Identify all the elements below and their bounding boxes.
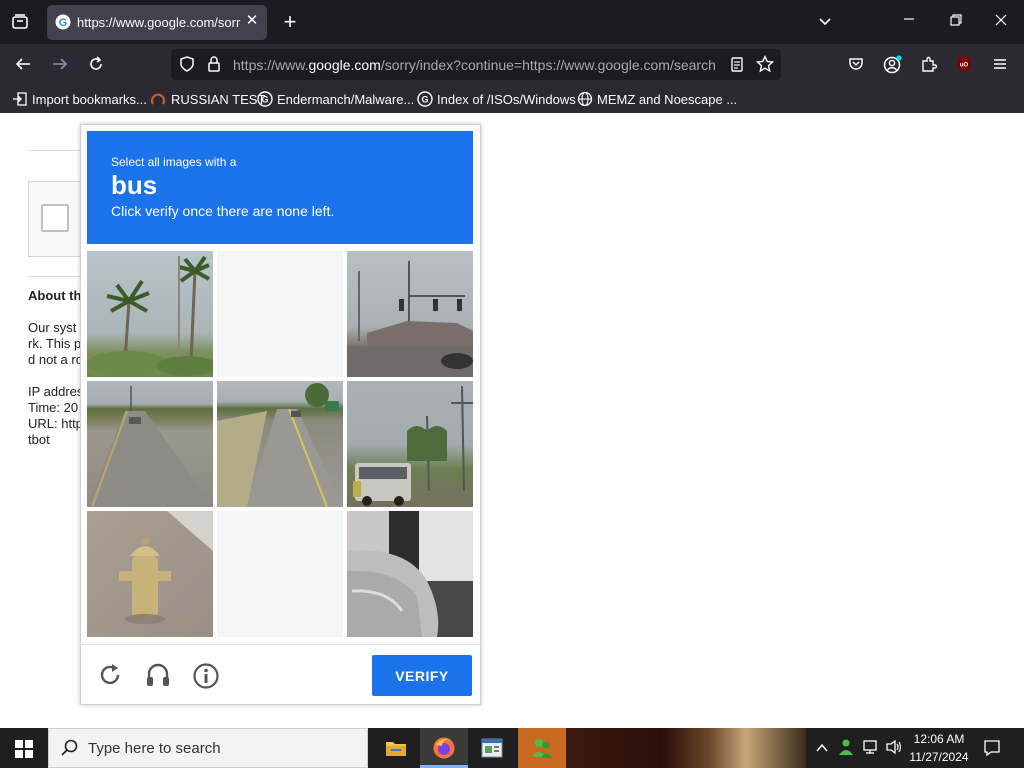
captcha-subtext: Click verify once there are none left.: [111, 203, 335, 219]
audio-challenge-icon[interactable]: [144, 661, 172, 689]
lock-icon[interactable]: [206, 55, 222, 73]
clock-time[interactable]: 12:06 AM: [906, 732, 972, 746]
reload-challenge-icon[interactable]: [97, 662, 123, 688]
new-tab-icon[interactable]: +: [280, 11, 300, 33]
network-icon[interactable]: [862, 739, 880, 755]
url-domain: google.com: [308, 57, 381, 73]
captcha-tile-8[interactable]: [217, 511, 343, 637]
google-favicon-icon: G: [55, 14, 71, 30]
extensions-icon[interactable]: [920, 55, 938, 73]
taskbar-search-placeholder: Type here to search: [88, 740, 221, 757]
bookmark-star-icon[interactable]: [755, 54, 775, 73]
tab-list-icon[interactable]: [10, 13, 30, 31]
back-icon[interactable]: [14, 55, 34, 75]
url-suffix: /sorry/index?continue=https://www.google…: [380, 57, 716, 73]
forward-icon[interactable]: [51, 55, 71, 75]
captcha-target: bus: [111, 170, 158, 200]
captcha-tile-7[interactable]: [87, 511, 213, 637]
verify-button[interactable]: VERIFY: [372, 655, 472, 696]
info-icon[interactable]: [192, 662, 220, 690]
clock-date[interactable]: 11/27/2024: [906, 750, 972, 764]
info-line: IP addres: [28, 384, 84, 399]
info-line: d not a ro: [28, 352, 83, 367]
url-text[interactable]: https://www.google.com/sorry/index?conti…: [233, 57, 717, 73]
account-icon[interactable]: [883, 55, 903, 75]
bookmark-item-russian-test[interactable]: RUSSIAN TEST: [171, 92, 265, 107]
info-line: Our syst: [28, 320, 77, 335]
about-heading: About th: [28, 288, 82, 303]
search-icon: [60, 738, 80, 758]
volume-icon[interactable]: [885, 739, 903, 755]
windows-start-icon[interactable]: [15, 740, 33, 758]
page-icon: [150, 91, 166, 107]
bookmark-item-memz[interactable]: MEMZ and Noescape ...: [597, 92, 737, 107]
info-line: rk. This p: [28, 336, 82, 351]
app-window-icon[interactable]: [481, 737, 503, 759]
captcha-tile-4[interactable]: [87, 381, 213, 507]
divider: [28, 150, 83, 151]
url-prefix: https://www.: [233, 57, 309, 73]
svg-text:G: G: [59, 17, 68, 29]
footer-divider: [80, 644, 481, 645]
bookmark-item-endermanch[interactable]: Endermanch/Malware...: [277, 92, 414, 107]
captcha-tile-6[interactable]: [347, 381, 473, 507]
tab-title: https://www.google.com/sorr: [77, 15, 241, 30]
tray-chevron-icon[interactable]: [815, 741, 829, 755]
bookmark-item-import[interactable]: Import bookmarks...: [32, 92, 147, 107]
svg-text:uO: uO: [960, 63, 969, 69]
info-line: tbot: [28, 432, 50, 447]
users-icon: [530, 737, 554, 759]
reload-icon[interactable]: [87, 55, 107, 75]
globe-icon: [577, 91, 593, 107]
list-all-tabs-icon[interactable]: [816, 14, 834, 30]
users-tray-icon[interactable]: [837, 738, 855, 756]
import-icon: [12, 91, 28, 107]
minimize-icon[interactable]: [900, 12, 918, 30]
firefox-icon: [432, 736, 456, 760]
menu-icon[interactable]: [992, 56, 1008, 72]
google-icon: G: [417, 91, 433, 107]
info-line: URL: http: [28, 416, 83, 431]
svg-text:G: G: [421, 95, 428, 105]
captcha-tile-3[interactable]: [347, 251, 473, 377]
close-window-icon[interactable]: [992, 13, 1010, 31]
restore-icon[interactable]: [947, 13, 965, 31]
info-line: Time: 20: [28, 400, 79, 415]
svg-text:G: G: [261, 95, 268, 105]
shield-icon[interactable]: [178, 55, 196, 73]
recaptcha-checkbox[interactable]: [41, 204, 69, 232]
divider: [28, 276, 83, 277]
close-tab-icon[interactable]: ✕: [244, 13, 260, 31]
reader-view-icon[interactable]: [729, 56, 745, 74]
captcha-tile-5[interactable]: [217, 381, 343, 507]
ublock-icon[interactable]: uO: [955, 55, 973, 73]
google-icon: G: [257, 91, 273, 107]
captcha-tile-2[interactable]: [217, 251, 343, 377]
bookmark-item-isos[interactable]: Index of /ISOs/Windows: [437, 92, 576, 107]
pocket-icon[interactable]: [847, 55, 865, 73]
file-explorer-icon[interactable]: [385, 738, 407, 758]
captcha-tile-9[interactable]: [347, 511, 473, 637]
captcha-instruction: Select all images with a: [111, 155, 237, 169]
captcha-tile-1[interactable]: [87, 251, 213, 377]
taskbar-wallpaper-strip: [566, 728, 806, 768]
notifications-icon[interactable]: [983, 739, 1001, 757]
